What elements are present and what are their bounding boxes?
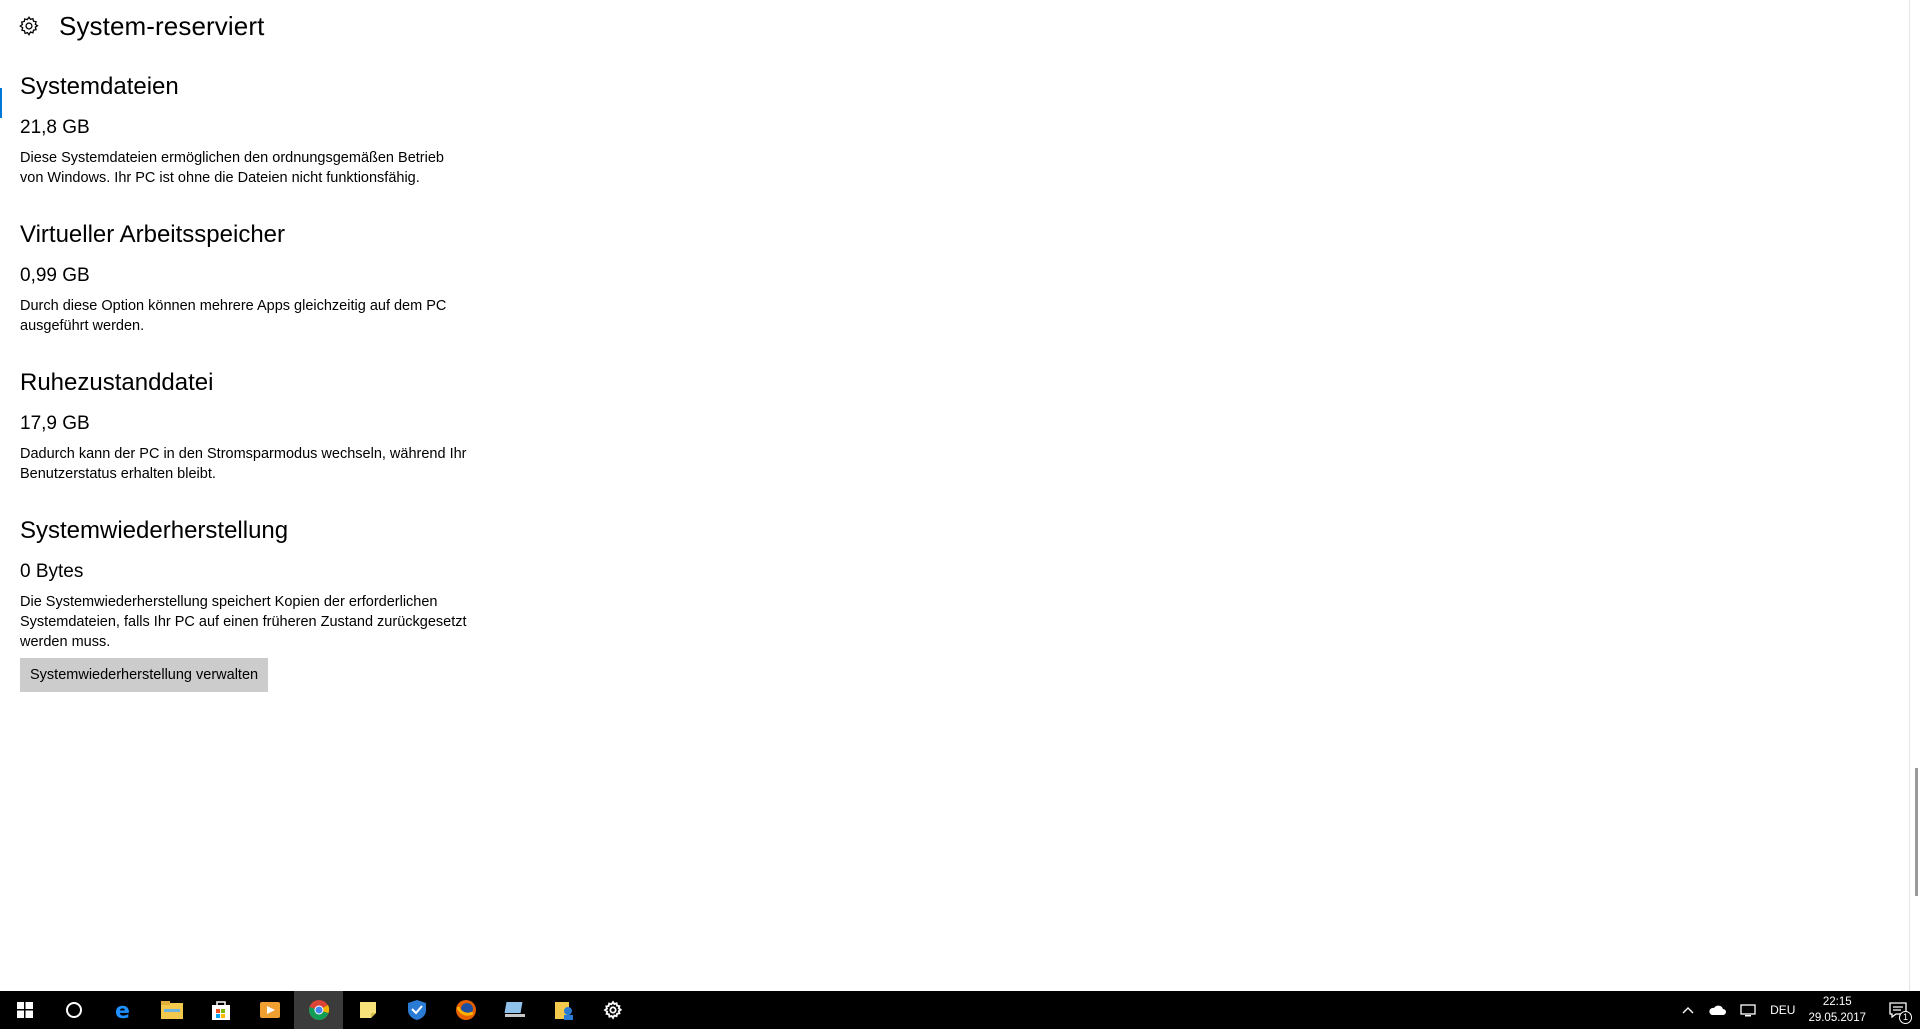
taskbar: e DEU 22:15 29.05.2017 1	[0, 991, 1920, 1029]
contacts-icon[interactable]	[539, 991, 588, 1029]
onedrive-cloud-icon[interactable]	[1708, 1005, 1727, 1016]
chrome-icon[interactable]	[294, 991, 343, 1029]
cortana-icon[interactable]	[49, 991, 98, 1029]
gear-icon	[18, 15, 40, 37]
section-description: Durch diese Option können mehrere Apps g…	[20, 298, 447, 334]
section-virtueller-arbeitsspeicher: Virtueller Arbeitsspeicher 0,99 GB Durch…	[20, 218, 480, 336]
windows-start-icon[interactable]	[0, 991, 49, 1029]
file-explorer-icon[interactable]	[147, 991, 196, 1029]
system-tray: DEU 22:15 29.05.2017 1	[1675, 991, 1920, 1029]
section-systemdateien: Systemdateien 21,8 GB Diese Systemdateie…	[20, 70, 480, 188]
clock[interactable]: 22:15 29.05.2017	[1808, 994, 1866, 1026]
pc-tool-icon[interactable]	[490, 991, 539, 1029]
section-size: 21,8 GB	[20, 117, 90, 138]
section-description: Die Systemwiederherstellung speichert Ko…	[20, 594, 467, 650]
content-area: Systemdateien 21,8 GB Diese Systemdateie…	[20, 70, 480, 692]
section-title: Systemdateien	[20, 73, 179, 100]
media-player-icon[interactable]	[245, 991, 294, 1029]
nav-accent-indicator	[0, 88, 2, 118]
section-size: 17,9 GB	[20, 413, 90, 434]
settings-window: System-reserviert Systemdateien 21,8 GB …	[0, 0, 1920, 991]
edge-icon[interactable]: e	[98, 991, 147, 1029]
section-description: Dadurch kann der PC in den Stromsparmodu…	[20, 446, 467, 482]
section-systemwiederherstellung: Systemwiederherstellung 0 Bytes Die Syst…	[20, 514, 480, 692]
firefox-icon[interactable]	[441, 991, 490, 1029]
sticky-notes-icon[interactable]	[343, 991, 392, 1029]
scrollbar-thumb[interactable]	[1915, 768, 1918, 896]
action-center-icon[interactable]: 1	[1876, 991, 1920, 1029]
clock-time: 22:15	[1822, 996, 1852, 1008]
section-ruhezustanddatei: Ruhezustanddatei 17,9 GB Dadurch kann de…	[20, 366, 480, 484]
chevron-up-icon[interactable]	[1682, 1006, 1694, 1014]
page-title: System-reserviert	[59, 10, 265, 41]
section-size: 0,99 GB	[20, 265, 90, 286]
network-icon[interactable]	[1740, 1003, 1756, 1017]
section-title: Ruhezustanddatei	[20, 369, 214, 396]
page-header: System-reserviert	[18, 8, 264, 44]
svg-text:e: e	[115, 999, 130, 1021]
section-description: Diese Systemdateien ermöglichen den ordn…	[20, 150, 444, 186]
section-title: Virtueller Arbeitsspeicher	[20, 221, 286, 248]
shield-app-icon[interactable]	[392, 991, 441, 1029]
section-title: Systemwiederherstellung	[20, 517, 289, 544]
store-icon[interactable]	[196, 991, 245, 1029]
settings-gear-icon[interactable]	[588, 991, 637, 1029]
section-size: 0 Bytes	[20, 561, 84, 582]
language-indicator[interactable]: DEU	[1770, 1003, 1795, 1017]
notification-count-badge: 1	[1899, 1011, 1912, 1024]
clock-date: 29.05.2017	[1808, 1012, 1866, 1024]
manage-system-restore-button[interactable]: Systemwiederherstellung verwalten	[20, 658, 269, 692]
